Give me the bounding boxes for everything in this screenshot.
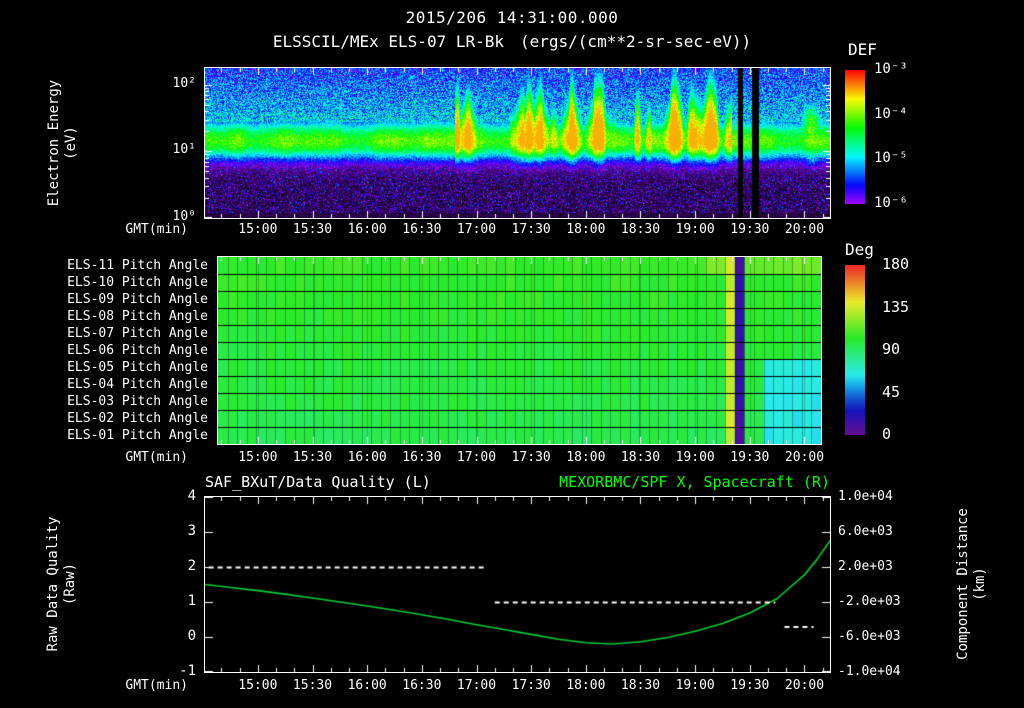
spectrogram-colorbar-canvas	[845, 70, 865, 204]
pitch-x-tick-label: 18:30	[620, 450, 661, 465]
pitch-x-tick-label: 20:00	[784, 450, 825, 465]
spectrogram-x-tick-label: 18:00	[566, 222, 606, 237]
bottom-x-tick-label: 16:00	[347, 678, 387, 693]
bottom-left-tick-label: 2	[187, 558, 196, 574]
spectrogram-y-axis-label-line1: Electron Energy	[46, 79, 62, 207]
pitch-row-label: ELS-05 Pitch Angle	[67, 360, 208, 375]
quality-distance-line-chart-canvas	[204, 496, 831, 673]
pitch-row-label: ELS-10 Pitch Angle	[67, 275, 208, 290]
bottom-x-tick-label: 15:00	[238, 678, 278, 693]
bottom-left-tick-label: 3	[187, 523, 196, 539]
pitch-x-tick-label: 16:30	[402, 450, 442, 465]
pitch-colorbar-tick-label: 135	[882, 297, 910, 316]
spectrogram-y-tick-label: 10⁰	[172, 209, 196, 224]
bottom-left-tick-label: 4	[187, 488, 196, 504]
bottom-right-series-title: MEXORBMC/SPF X, Spacecraft (R)	[559, 473, 830, 491]
spectrogram-colorbar-tick-label: 10⁻⁴	[874, 105, 908, 122]
bottom-left-tick-label: -1	[179, 663, 196, 679]
bottom-left-tick-label: 1	[187, 593, 196, 609]
pitch-row-label: ELS-01 Pitch Angle	[67, 428, 208, 443]
pitch-x-tick-label: 17:30	[511, 450, 551, 465]
spectrogram-x-tick-label: 19:00	[675, 222, 715, 237]
spectrogram-x-tick-label: 18:30	[620, 222, 661, 237]
pitch-angle-colorbar-canvas	[845, 265, 865, 435]
pitch-row-label: ELS-09 Pitch Angle	[67, 292, 208, 307]
bottom-x-tick-label: 20:00	[784, 678, 825, 693]
spectrogram-y-axis-label: Electron Energy (eV)	[46, 58, 80, 228]
pitch-colorbar-tick-label: 0	[882, 425, 892, 443]
page-title: 2015/206 14:31:00.000	[405, 8, 619, 27]
bottom-right-y-axis-label-line2: (km)	[972, 567, 988, 601]
spectrogram-y-tick-label: 10²	[172, 75, 196, 91]
pitch-row-label: ELS-11 Pitch Angle	[67, 258, 208, 273]
pitch-angle-heatmap-canvas	[217, 256, 822, 445]
pitch-x-tick-label: 15:00	[238, 450, 278, 465]
bottom-x-tick-label: 19:00	[675, 678, 715, 693]
spectrogram-x-tick-label: 17:00	[456, 222, 497, 237]
pitch-colorbar-tick-label: 90	[882, 340, 901, 358]
pitch-x-tick-label: 16:00	[347, 450, 387, 465]
bottom-left-tick-label: 0	[187, 628, 196, 644]
spectrogram-colorbar-title: DEF	[848, 40, 877, 59]
bottom-x-axis-label: GMT(min)	[125, 678, 188, 693]
pitch-row-label: ELS-08 Pitch Angle	[67, 309, 208, 324]
bottom-right-tick-label: 6.0e+03	[838, 524, 893, 539]
pitch-row-label: ELS-07 Pitch Angle	[67, 326, 208, 341]
spectrogram-x-tick-label: 17:30	[511, 222, 551, 237]
pitch-colorbar-tick-label: 180	[882, 255, 910, 273]
pitch-colorbar-title: Deg	[845, 240, 874, 259]
bottom-x-tick-label: 18:00	[566, 678, 606, 693]
pitch-x-tick-label: 17:00	[456, 450, 497, 465]
bottom-right-y-axis-label: Component Distance (km)	[955, 474, 989, 694]
spectrogram-y-tick-label: 10¹	[172, 142, 196, 158]
pitch-row-label: ELS-04 Pitch Angle	[67, 377, 208, 392]
spectrogram-colorbar-tick-label: 10⁻³	[874, 61, 908, 77]
spectrogram-x-tick-label: 19:30	[730, 222, 770, 237]
bottom-x-tick-label: 19:30	[730, 678, 770, 693]
bottom-x-tick-label: 17:30	[511, 678, 551, 693]
bottom-right-tick-label: -1.0e+04	[838, 664, 901, 679]
pitch-colorbar-tick-label: 45	[882, 382, 901, 401]
pitch-x-tick-label: 15:30	[292, 450, 333, 465]
electron-energy-spectrogram-canvas	[204, 67, 831, 219]
bottom-right-tick-label: 2.0e+03	[838, 559, 893, 574]
spectrogram-x-tick-label: 15:30	[292, 222, 333, 237]
spectrogram-x-tick-label: 16:30	[402, 222, 442, 237]
bottom-left-y-axis-label-line2: (Raw)	[62, 562, 78, 606]
pitch-row-label: ELS-03 Pitch Angle	[67, 394, 208, 409]
bottom-right-tick-label: 1.0e+04	[838, 489, 893, 504]
bottom-x-tick-label: 18:30	[620, 678, 661, 693]
spectrogram-x-tick-label: 16:00	[347, 222, 387, 237]
pitch-x-tick-label: 19:30	[730, 450, 770, 465]
bottom-x-tick-label: 15:30	[292, 678, 333, 693]
pitch-row-label: ELS-02 Pitch Angle	[67, 411, 208, 426]
pitch-x-axis-label: GMT(min)	[125, 450, 188, 465]
spectrogram-x-tick-label: 15:00	[238, 222, 278, 237]
spectrogram-x-tick-label: 20:00	[784, 222, 825, 237]
spectrogram-y-axis-label-line2: (eV)	[63, 126, 79, 160]
spectrogram-dataset-label: ELSSCIL/MEx ELS-07 LR-Bk	[272, 32, 504, 51]
bottom-left-series-title: SAF_BXuT/Data Quality (L)	[205, 473, 431, 491]
pitch-row-label: ELS-06 Pitch Angle	[67, 343, 208, 358]
pitch-x-tick-label: 18:00	[566, 450, 606, 465]
bottom-right-tick-label: -6.0e+03	[838, 629, 901, 644]
pitch-x-tick-label: 19:00	[675, 450, 715, 465]
bottom-x-tick-label: 17:00	[456, 678, 497, 693]
spectrogram-units-label: (ergs/(cm**2-sr-sec-eV))	[520, 32, 752, 51]
bottom-right-tick-label: -2.0e+03	[838, 594, 901, 609]
spectrogram-colorbar-tick-label: 10⁻⁵	[874, 150, 908, 167]
spectrogram-colorbar-tick-label: 10⁻⁶	[874, 195, 908, 211]
bottom-left-y-axis-label: Raw Data Quality (Raw)	[45, 484, 79, 684]
bottom-left-y-axis-label-line1: Raw Data Quality	[45, 516, 61, 652]
bottom-right-y-axis-label-line1: Component Distance	[955, 508, 971, 660]
bottom-x-tick-label: 16:30	[402, 678, 442, 693]
